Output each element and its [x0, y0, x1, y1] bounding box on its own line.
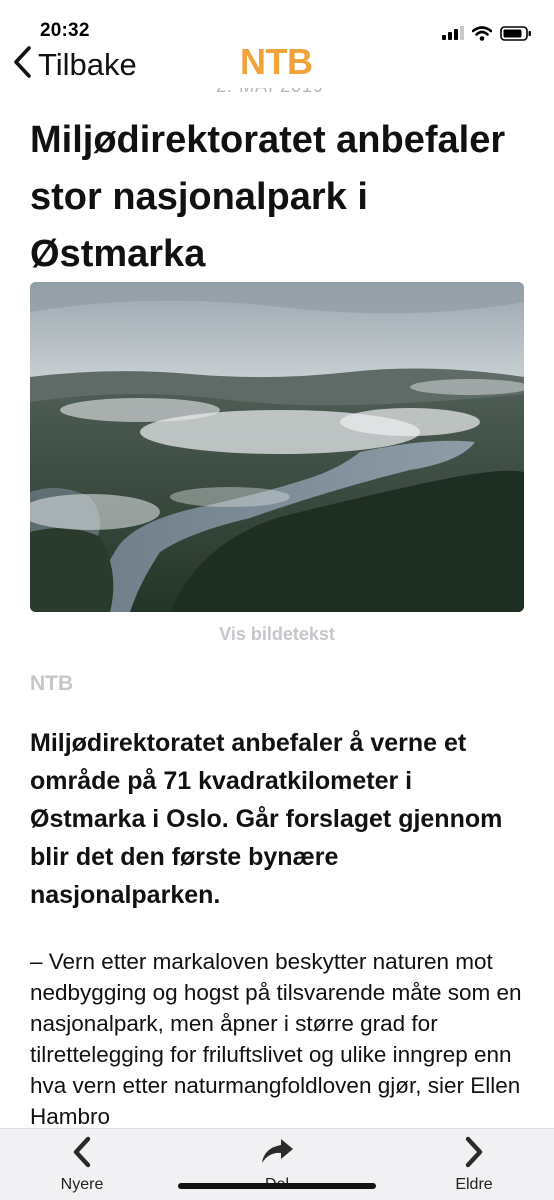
newer-label: Nyere: [60, 1176, 104, 1193]
article-body: – Vern etter markaloven beskytter nature…: [30, 949, 522, 1128]
article-content[interactable]: 2. MAI 2019 Miljødirektoratet anbefaler …: [0, 88, 554, 1128]
ntb-logo: NTB: [240, 41, 313, 82]
chevron-left-icon: [12, 45, 32, 84]
article-date: 2. MAI 2019: [216, 88, 324, 97]
chevron-right-icon: [462, 1135, 486, 1174]
article-byline: NTB: [30, 672, 74, 695]
article-screen: 20:32 Tilbake NTB Miljødirektoratet anbe…: [0, 0, 554, 1200]
navigation-bar: Tilbake NTB: [0, 40, 554, 88]
bottom-toolbar: Nyere Del Eldre: [0, 1128, 554, 1200]
show-caption-link[interactable]: Vis bildetekst: [0, 624, 554, 645]
back-label: Tilbake: [38, 46, 137, 82]
battery-icon: [500, 25, 532, 41]
older-button[interactable]: Eldre: [434, 1135, 514, 1195]
article-headline: Miljødirektoratet anbefaler stor nasjona…: [30, 119, 506, 275]
wifi-icon: [472, 25, 492, 41]
share-arrow-icon: [259, 1135, 295, 1174]
landscape-photo-illustration: [30, 282, 524, 612]
article-lead: Miljødirektoratet anbefaler å verne et o…: [30, 729, 503, 909]
article-photo[interactable]: [30, 282, 524, 612]
back-button[interactable]: Tilbake: [12, 44, 137, 84]
newer-button[interactable]: Nyere: [42, 1135, 122, 1195]
cellular-signal-icon: [442, 26, 464, 40]
chevron-left-icon: [70, 1135, 94, 1174]
status-time: 20:32: [40, 20, 90, 41]
older-label: Eldre: [455, 1176, 493, 1193]
home-indicator[interactable]: [178, 1183, 376, 1189]
